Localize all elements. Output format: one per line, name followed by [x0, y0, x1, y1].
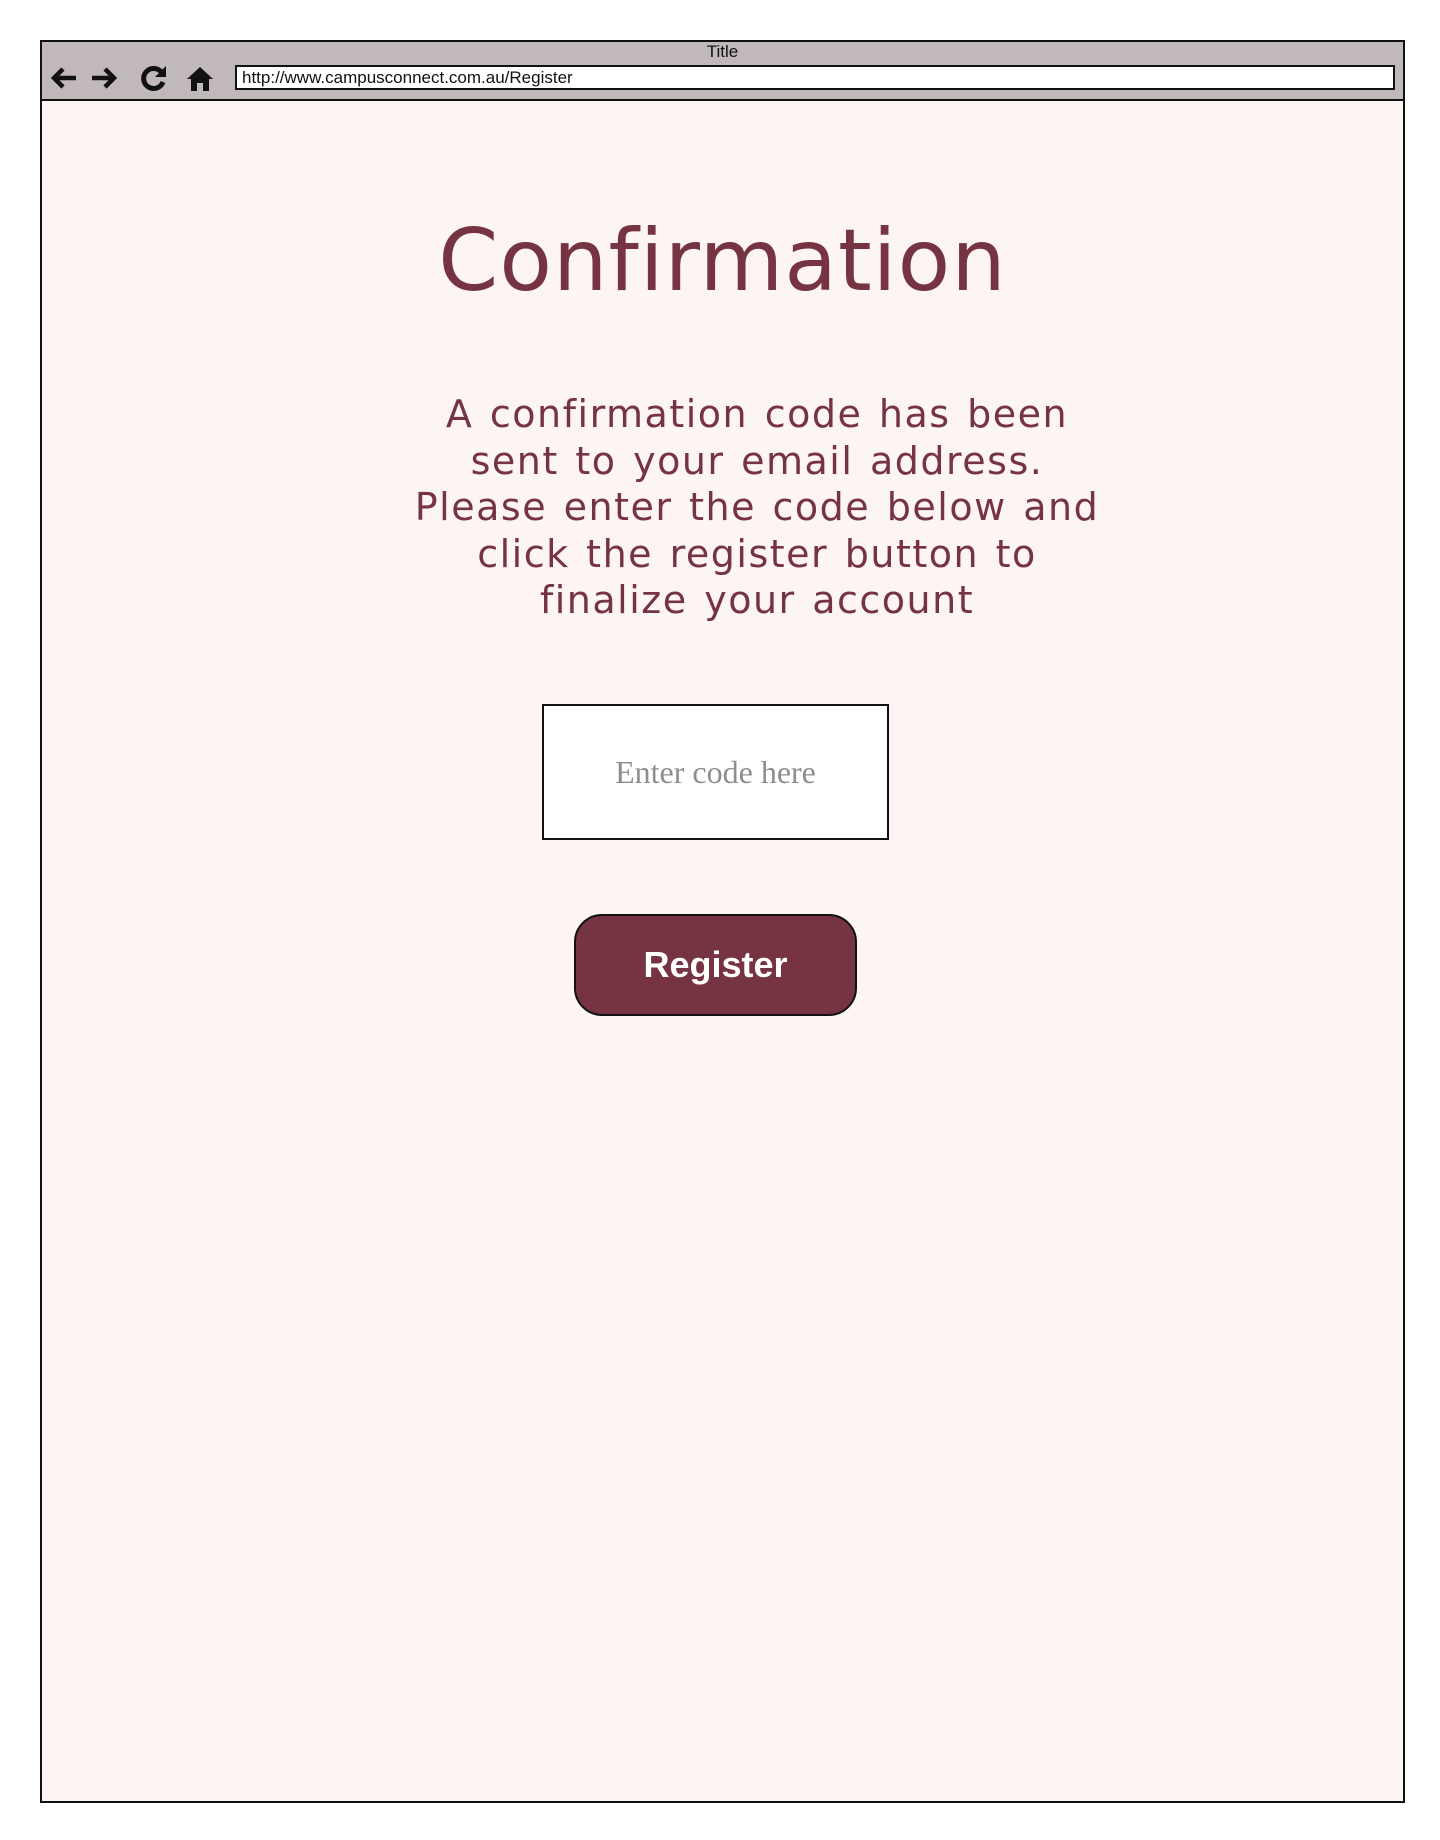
browser-window: Title http://www.campusconnect.com.au/Re… [40, 40, 1405, 1803]
window-title: Title [706, 42, 739, 61]
home-button[interactable] [182, 60, 218, 96]
forward-arrow-icon [92, 67, 118, 89]
refresh-icon [141, 66, 166, 91]
instructions-text: A confirmation code has been sent to you… [414, 392, 1100, 622]
url-bar[interactable]: http://www.campusconnect.com.au/Register [235, 65, 1395, 90]
back-button[interactable] [46, 60, 82, 96]
confirmation-code-input[interactable] [542, 704, 889, 840]
home-icon [187, 67, 213, 91]
register-button[interactable]: Register [574, 914, 857, 1016]
refresh-button[interactable] [136, 60, 172, 96]
forward-button[interactable] [86, 60, 122, 96]
back-arrow-icon [50, 67, 76, 89]
page-title: Confirmation [438, 211, 1007, 311]
browser-toolbar: Title http://www.campusconnect.com.au/Re… [42, 42, 1403, 101]
